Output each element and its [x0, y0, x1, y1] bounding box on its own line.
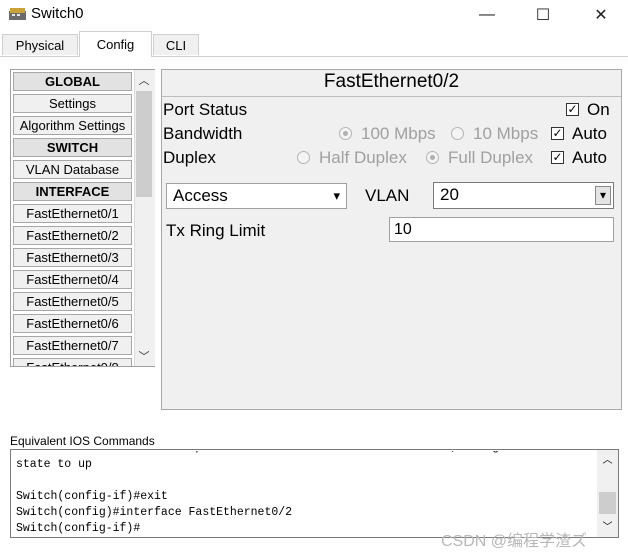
- sidebar-item[interactable]: FastEthernet0/1: [13, 204, 132, 223]
- ios-commands-label: Equivalent IOS Commands: [10, 434, 155, 448]
- port-status-checkbox[interactable]: ✓: [566, 103, 579, 116]
- tab-physical[interactable]: Physical: [2, 34, 78, 55]
- watermark: CSDN @编程学渣ズ: [441, 533, 588, 550]
- checkmark-icon: ✓: [552, 150, 563, 164]
- tab-config[interactable]: Config: [79, 31, 152, 57]
- maximize-icon: ☐: [535, 7, 551, 24]
- duplex-auto-checkbox[interactable]: ✓: [551, 151, 564, 164]
- ios-command-line: Switch(config-if)#exit: [16, 490, 168, 503]
- sidebar-item[interactable]: FastEthernet0/8: [13, 358, 132, 366]
- checkmark-icon: ✓: [552, 126, 563, 140]
- tx-ring-limit-label: Tx Ring Limit: [166, 221, 266, 240]
- duplex-full-label: Full Duplex: [448, 148, 534, 167]
- sidebar-item[interactable]: FastEthernet0/2: [13, 226, 132, 245]
- port-mode-select[interactable]: Access ▾: [166, 183, 347, 209]
- tx-ring-limit-input[interactable]: 10: [389, 217, 614, 242]
- bandwidth-10-radio[interactable]: [451, 127, 464, 140]
- switch-app-icon: [9, 8, 26, 20]
- duplex-half-label: Half Duplex: [319, 148, 407, 167]
- bandwidth-10-label: 10 Mbps: [473, 124, 539, 143]
- sidebar-item[interactable]: FastEthernet0/6: [13, 314, 132, 333]
- sidebar-item[interactable]: Settings: [13, 94, 132, 113]
- sidebar-item[interactable]: FastEthernet0/5: [13, 292, 132, 311]
- scroll-down-icon[interactable]: ﹀: [134, 346, 154, 366]
- sidebar-item[interactable]: FastEthernet0/3: [13, 248, 132, 267]
- window-title: Switch0: [31, 5, 84, 22]
- port-status-label: Port Status: [163, 100, 248, 119]
- sidebar-item[interactable]: FastEthernet0/7: [13, 336, 132, 355]
- duplex-auto-label: Auto: [572, 148, 607, 167]
- ios-command-line: state to up: [16, 458, 92, 471]
- minimize-icon: —: [479, 6, 495, 23]
- tab-cli[interactable]: CLI: [153, 34, 199, 55]
- vlan-label: VLAN: [365, 186, 410, 205]
- bandwidth-label: Bandwidth: [163, 124, 243, 143]
- bandwidth-auto-checkbox[interactable]: ✓: [551, 127, 564, 140]
- ios-command-line: Switch(config)#interface FastEthernet0/2: [16, 506, 293, 519]
- vlan-value: 20: [440, 185, 459, 204]
- bandwidth-100-radio[interactable]: [339, 127, 352, 140]
- bandwidth-auto-label: Auto: [572, 124, 607, 143]
- sidebar-section-header: INTERFACE: [13, 182, 132, 201]
- scroll-up-icon[interactable]: ︿: [134, 70, 154, 90]
- sidebar-item[interactable]: VLAN Database: [13, 160, 132, 179]
- sidebar-section-header: SWITCH: [13, 138, 132, 157]
- ios-scroll-thumb[interactable]: [599, 492, 616, 514]
- sidebar-item[interactable]: Algorithm Settings: [13, 116, 132, 135]
- checkmark-icon: ✓: [567, 102, 578, 116]
- chevron-down-icon: ▾: [333, 188, 340, 203]
- sidebar-item[interactable]: FastEthernet0/4: [13, 270, 132, 289]
- port-mode-value: Access: [173, 186, 228, 205]
- sidebar-scroll-thumb[interactable]: [136, 91, 152, 197]
- sidebar-section-header: GLOBAL: [13, 72, 132, 91]
- bandwidth-100-label: 100 Mbps: [361, 124, 436, 143]
- maximize-button[interactable]: ☐: [520, 0, 566, 30]
- vlan-select[interactable]: 20 ▾: [433, 182, 614, 209]
- close-button[interactable]: ✕: [578, 0, 624, 30]
- port-status-on-label: On: [587, 100, 610, 119]
- duplex-full-radio[interactable]: [426, 151, 439, 164]
- ios-command-line: Switch(config-if)#: [16, 522, 141, 535]
- chevron-down-icon[interactable]: ▾: [595, 186, 611, 205]
- scroll-down-icon[interactable]: ﹀: [598, 518, 617, 534]
- close-icon: ✕: [594, 7, 608, 24]
- duplex-half-radio[interactable]: [297, 151, 310, 164]
- title-divider: [162, 96, 621, 97]
- scroll-up-icon[interactable]: ︿: [598, 451, 617, 467]
- duplex-label: Duplex: [163, 148, 216, 167]
- minimize-button[interactable]: —: [464, 0, 510, 30]
- interface-title: FastEthernet0/2: [323, 71, 460, 92]
